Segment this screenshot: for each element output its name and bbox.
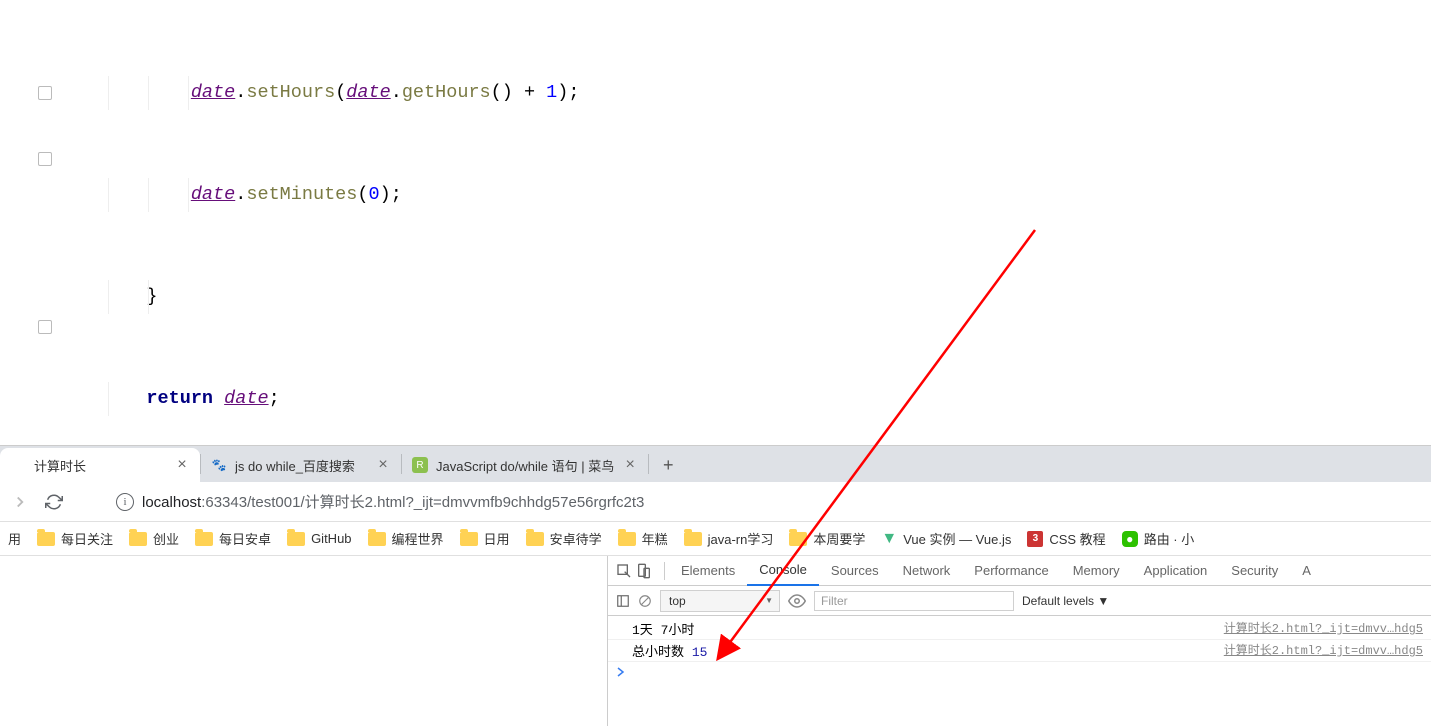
devtools-tab-performance[interactable]: Performance (962, 556, 1060, 586)
tab-title: JavaScript do/while 语句 | 菜鸟 (436, 456, 614, 475)
new-tab-button[interactable]: + (653, 450, 683, 480)
address-bar: i localhost:63343/test001/计算时长2.html?_ij… (0, 482, 1431, 522)
tab-favicon-runoob: R (412, 457, 428, 473)
url-input[interactable]: i localhost:63343/test001/计算时长2.html?_ij… (106, 491, 1423, 512)
devtools-tabs: Elements Console Sources Network Perform… (608, 556, 1431, 586)
live-expression-icon[interactable] (788, 592, 806, 610)
fold-marker[interactable] (38, 86, 52, 100)
tab-close-icon[interactable]: × (174, 457, 190, 473)
bookmarks-bar: 用 每日关注 创业 每日安卓 GitHub 编程世界 日用 安卓待学 年糕 ja… (0, 522, 1431, 556)
w3-icon: 3 (1027, 531, 1043, 547)
devtools-tab-more[interactable]: A (1290, 556, 1323, 586)
clear-console-icon[interactable] (638, 594, 652, 608)
browser-window: 计算时长 × 🐾 js do while_百度搜索 × R JavaScript… (0, 445, 1431, 726)
filter-input[interactable]: Filter (814, 591, 1014, 611)
folder-icon (526, 532, 544, 546)
console-sidebar-icon[interactable] (616, 594, 630, 608)
editor-gutter (0, 0, 52, 445)
bookmark-item[interactable]: 编程世界 (368, 529, 444, 548)
bookmark-item[interactable]: GitHub (287, 531, 351, 546)
devtools-tab-memory[interactable]: Memory (1061, 556, 1132, 586)
tab-favicon-baidu: 🐾 (211, 457, 227, 473)
folder-icon (789, 532, 807, 546)
bookmark-item[interactable]: 每日安卓 (195, 529, 271, 548)
log-levels-selector[interactable]: Default levels ▼ (1022, 594, 1109, 608)
tab-title: 计算时长 (34, 456, 166, 475)
console-prompt[interactable] (608, 662, 1431, 681)
browser-tab[interactable]: R JavaScript do/while 语句 | 菜鸟 × (402, 448, 648, 482)
devtools-tab-sources[interactable]: Sources (819, 556, 891, 586)
tab-close-icon[interactable]: × (622, 457, 638, 473)
devtools-tab-network[interactable]: Network (891, 556, 963, 586)
folder-icon (195, 532, 213, 546)
bookmark-item[interactable]: java-rn学习 (684, 529, 774, 548)
log-source-link[interactable]: 计算时长2.html?_ijt=dmvv…hdg5 (1224, 619, 1423, 638)
devtools-tab-console[interactable]: Console (747, 556, 819, 586)
forward-icon[interactable] (8, 490, 32, 514)
console-output[interactable]: 1天 7小时 计算时长2.html?_ijt=dmvv…hdg5 总小时数 15… (608, 616, 1431, 726)
site-info-icon[interactable]: i (116, 493, 134, 511)
devtools-tab-application[interactable]: Application (1132, 556, 1220, 586)
log-source-link[interactable]: 计算时长2.html?_ijt=dmvv…hdg5 (1224, 641, 1423, 660)
folder-icon (460, 532, 478, 546)
inspect-icon[interactable] (616, 563, 632, 579)
page-viewport (0, 556, 607, 726)
console-log-row[interactable]: 1天 7小时 计算时长2.html?_ijt=dmvv…hdg5 (608, 618, 1431, 640)
url-path: :63343/test001/计算时长2.html?_ijt=dmvvmfb9c… (201, 494, 644, 511)
bookmark-item[interactable]: 年糕 (618, 529, 668, 548)
folder-icon (618, 532, 636, 546)
bookmark-item[interactable]: 创业 (129, 529, 179, 548)
folder-icon (684, 532, 702, 546)
reload-icon[interactable] (42, 490, 66, 514)
devtools-tab-security[interactable]: Security (1219, 556, 1290, 586)
devtools-tab-elements[interactable]: Elements (669, 556, 747, 586)
devtools-panel: Elements Console Sources Network Perform… (607, 556, 1431, 726)
tab-close-icon[interactable]: × (375, 457, 391, 473)
url-host: localhost (142, 494, 201, 511)
bookmark-item[interactable]: ▼Vue 实例 — Vue.js (881, 529, 1011, 548)
folder-icon (287, 532, 305, 546)
browser-tab[interactable]: 计算时长 × (0, 448, 200, 482)
fold-marker[interactable] (38, 320, 52, 334)
code-editor[interactable]: date.setHours(date.getHours() + 1); date… (0, 0, 1431, 445)
bookmark-item[interactable]: 3CSS 教程 (1027, 529, 1105, 548)
browser-tab[interactable]: 🐾 js do while_百度搜索 × (201, 448, 401, 482)
fold-marker[interactable] (38, 152, 52, 166)
code-content[interactable]: date.setHours(date.getHours() + 1); date… (52, 0, 1431, 445)
folder-icon (129, 532, 147, 546)
bookmark-item[interactable]: 每日关注 (37, 529, 113, 548)
vue-icon: ▼ (881, 530, 897, 548)
device-toggle-icon[interactable] (636, 563, 652, 579)
wechat-icon: ● (1122, 531, 1138, 547)
console-log-row[interactable]: 总小时数 15 计算时长2.html?_ijt=dmvv…hdg5 (608, 640, 1431, 662)
context-selector[interactable]: top (660, 590, 780, 612)
bookmark-item[interactable]: 本周要学 (789, 529, 865, 548)
folder-icon (368, 532, 386, 546)
bookmark-item[interactable]: 安卓待学 (526, 529, 602, 548)
console-toolbar: top Filter Default levels ▼ (608, 586, 1431, 616)
tab-title: js do while_百度搜索 (235, 456, 367, 475)
folder-icon (37, 532, 55, 546)
bookmark-item[interactable]: 日用 (460, 529, 510, 548)
browser-tab-bar: 计算时长 × 🐾 js do while_百度搜索 × R JavaScript… (0, 446, 1431, 482)
bookmark-item[interactable]: ●路由 · 小 (1122, 529, 1195, 548)
bookmark-item[interactable]: 用 (8, 529, 21, 548)
tab-favicon (10, 457, 26, 473)
